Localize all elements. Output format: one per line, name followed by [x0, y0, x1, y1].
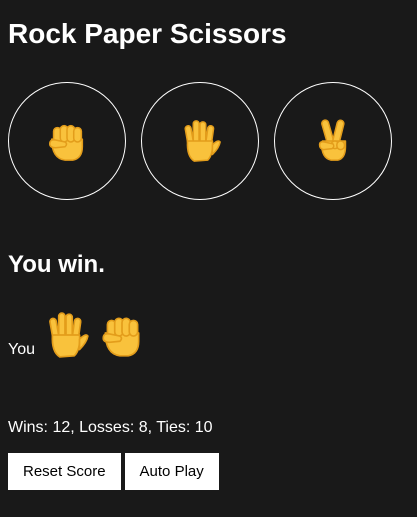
rock-button[interactable]: [8, 82, 126, 200]
raised-fist-icon: [48, 124, 84, 161]
score-text: Wins: 12, Losses: 8, Ties: 10: [8, 419, 213, 436]
page-title: Rock Paper Scissors: [8, 18, 287, 49]
round-moves: You: [8, 304, 153, 360]
auto-play-button[interactable]: Auto Play: [124, 453, 219, 490]
scissors-button[interactable]: [274, 82, 392, 200]
action-buttons: Reset Score Auto Play: [8, 453, 219, 490]
move-buttons: [8, 82, 392, 200]
result-text: You win.: [8, 251, 105, 278]
paper-button[interactable]: [141, 82, 259, 200]
raised-fist-icon: [102, 317, 140, 357]
raised-hand-icon: [49, 312, 89, 358]
raised-hand-icon: [184, 120, 221, 162]
you-label: You: [8, 341, 35, 358]
victory-hand-icon: [318, 119, 347, 161]
reset-score-button[interactable]: Reset Score: [8, 453, 121, 490]
